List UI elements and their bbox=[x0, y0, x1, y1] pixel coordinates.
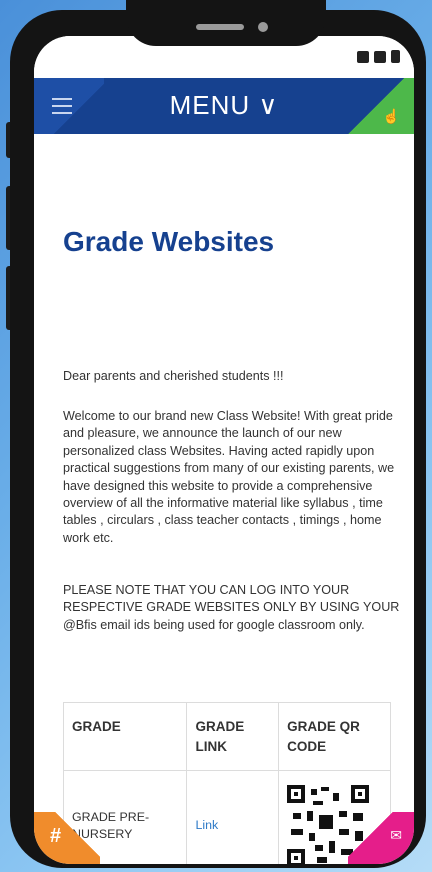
phone-screen: MENU ∨ ☝ Grade Websites Dear parents and… bbox=[34, 36, 414, 864]
phone-notch bbox=[126, 0, 326, 46]
front-camera bbox=[258, 22, 268, 32]
table-header-row: GRADE GRADE LINK GRADE QR CODE bbox=[62, 702, 391, 771]
header-grade-link: GRADE LINK bbox=[186, 702, 280, 771]
page-content: Grade Websites Dear parents and cherishe… bbox=[34, 134, 414, 864]
mail-icon: ✉ bbox=[390, 827, 402, 843]
hand-pointer-icon[interactable]: ☝ bbox=[383, 108, 400, 125]
status-icons bbox=[357, 50, 400, 63]
speaker-grille bbox=[196, 24, 244, 30]
signal-icon bbox=[374, 50, 386, 63]
hash-tag-button[interactable]: # bbox=[34, 812, 100, 864]
grade-table: GRADE GRADE LINK GRADE QR CODE GRADE PRE… bbox=[62, 702, 391, 864]
login-notice: PLEASE NOTE THAT YOU CAN LOG INTO YOUR R… bbox=[63, 583, 400, 632]
table-row: GRADE PRE-NURSERY Link bbox=[62, 770, 391, 864]
mail-button[interactable]: ✉ bbox=[348, 812, 414, 864]
cell-link: Link bbox=[186, 770, 280, 864]
battery-icon bbox=[391, 50, 400, 63]
navbar-right-accent bbox=[344, 78, 414, 134]
header-grade-qr: GRADE QR CODE bbox=[278, 702, 391, 771]
grade-link[interactable]: Link bbox=[195, 818, 218, 832]
header-grade: GRADE bbox=[62, 702, 188, 771]
page-title: Grade Websites bbox=[63, 226, 275, 257]
phone-frame: MENU ∨ ☝ Grade Websites Dear parents and… bbox=[10, 0, 426, 868]
welcome-paragraph: Welcome to our brand new Class Website! … bbox=[63, 409, 395, 545]
hash-label: # bbox=[50, 825, 62, 847]
greeting-text: Dear parents and cherished students !!! bbox=[63, 369, 284, 383]
top-navbar: MENU ∨ ☝ bbox=[34, 78, 414, 134]
cast-icon bbox=[357, 50, 369, 63]
